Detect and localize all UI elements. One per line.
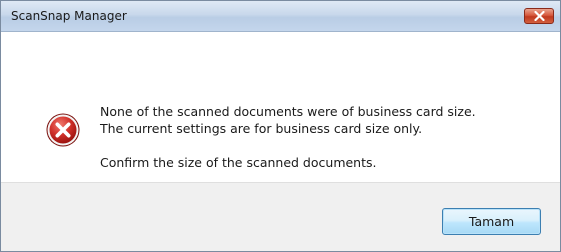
error-message: None of the scanned documents were of bu… xyxy=(100,103,476,171)
window-title: ScanSnap Manager xyxy=(11,9,127,23)
button-bar: Tamam xyxy=(1,182,560,251)
dialog-window: ScanSnap Manager None of the scanned doc… xyxy=(0,0,561,252)
title-bar[interactable]: ScanSnap Manager xyxy=(1,1,560,32)
close-button[interactable] xyxy=(524,8,554,24)
message-line-2: The current settings are for business ca… xyxy=(100,121,423,136)
message-line-3: Confirm the size of the scanned document… xyxy=(100,155,377,170)
message-line-1: None of the scanned documents were of bu… xyxy=(100,104,476,119)
close-icon xyxy=(534,11,545,21)
error-icon xyxy=(46,113,80,147)
ok-button[interactable]: Tamam xyxy=(442,208,541,235)
dialog-content: None of the scanned documents were of bu… xyxy=(1,32,560,182)
